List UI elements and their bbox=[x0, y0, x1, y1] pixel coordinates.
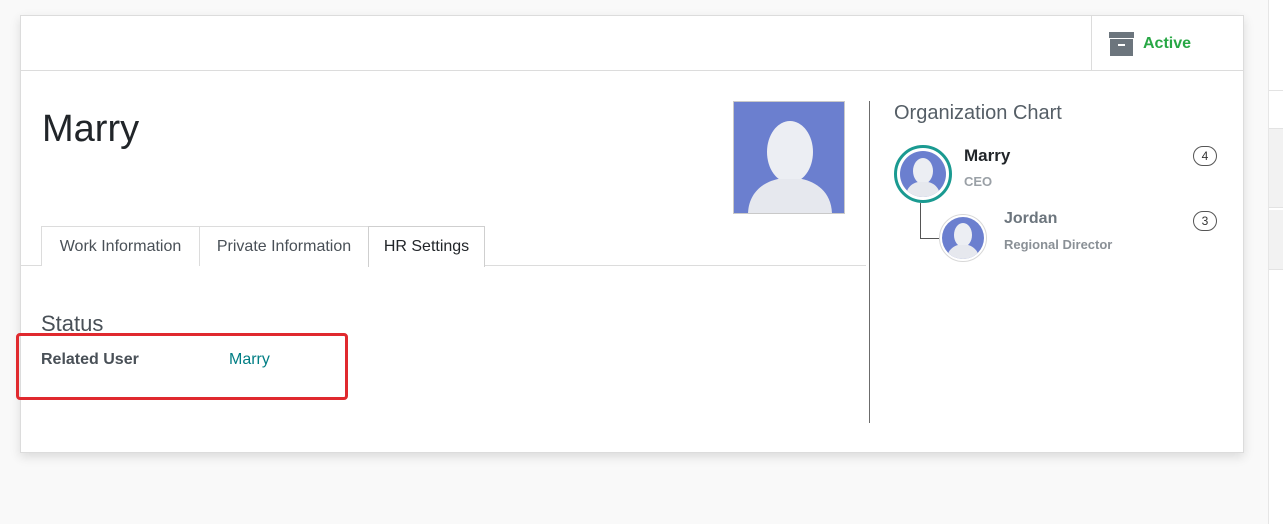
subordinate-count-badge[interactable]: 3 bbox=[1193, 211, 1217, 231]
subordinate-count-badge[interactable]: 4 bbox=[1193, 146, 1217, 166]
person-silhouette-icon bbox=[947, 223, 979, 259]
org-avatar-current[interactable] bbox=[894, 145, 952, 203]
org-node-name[interactable]: Jordan bbox=[1004, 210, 1057, 228]
org-node-job: Regional Director bbox=[1004, 237, 1113, 252]
strip-divider bbox=[1269, 90, 1283, 91]
archive-icon bbox=[1109, 31, 1134, 56]
org-chart-title: Organization Chart bbox=[894, 102, 1062, 124]
right-scroll-strip bbox=[1268, 0, 1283, 524]
employee-name: Marry bbox=[42, 108, 140, 150]
highlight-box bbox=[16, 333, 348, 400]
employee-form-sheet: Active Marry Work Information Private In… bbox=[16, 15, 1244, 453]
person-silhouette-icon bbox=[906, 158, 940, 197]
org-connector-line bbox=[920, 203, 940, 239]
tab-hr-settings[interactable]: HR Settings bbox=[368, 226, 485, 267]
tab-work-information[interactable]: Work Information bbox=[41, 226, 200, 266]
org-node-job: CEO bbox=[964, 174, 993, 189]
notebook-tabs: Work Information Private Information HR … bbox=[21, 226, 866, 267]
org-avatar-subordinate[interactable] bbox=[939, 214, 987, 262]
strip-block bbox=[1269, 210, 1283, 270]
active-toggle-button[interactable]: Active bbox=[1091, 16, 1243, 71]
employee-avatar[interactable] bbox=[733, 101, 845, 214]
person-silhouette-icon bbox=[734, 102, 844, 213]
org-node-name[interactable]: Marry bbox=[964, 146, 1010, 166]
strip-block bbox=[1269, 128, 1283, 208]
vertical-divider bbox=[869, 101, 870, 423]
active-label: Active bbox=[1143, 34, 1192, 52]
tab-private-information[interactable]: Private Information bbox=[199, 226, 369, 266]
button-box: Active bbox=[21, 16, 1243, 71]
